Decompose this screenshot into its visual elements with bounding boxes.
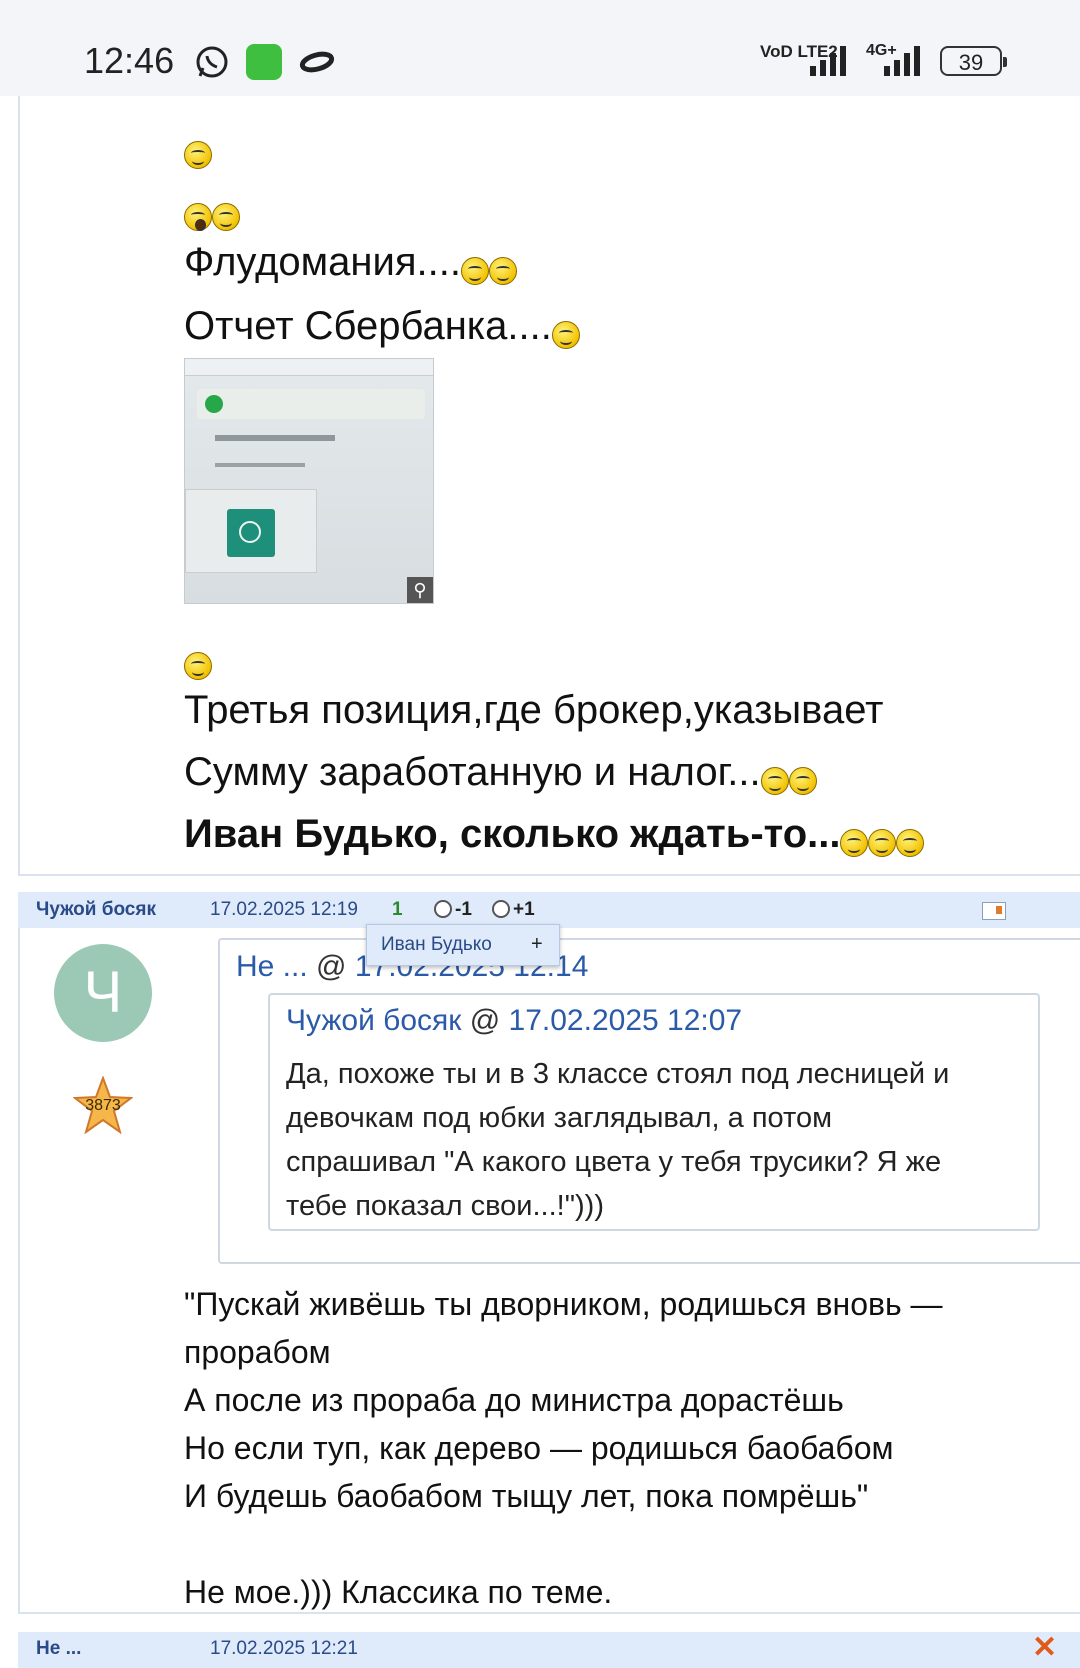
app-icon — [246, 44, 282, 80]
post-text-line: И будешь баобабом тыщу лет, пока помрёшь… — [184, 1478, 869, 1514]
surprised-smile-icon — [184, 203, 212, 231]
post-score: 1 — [392, 899, 403, 920]
loop-icon — [299, 51, 335, 73]
post-text-line: А после из прораба до министра дорастёшь — [184, 1382, 844, 1418]
signal-strength-2-icon — [884, 46, 920, 76]
status-bar: 12:46 VoD LTE2 4G+ 39 — [0, 0, 1080, 96]
whatsapp-icon — [196, 46, 228, 78]
battery-indicator: 39 — [940, 46, 1007, 76]
post-text-line: прорабом — [184, 1334, 331, 1370]
tooltip-add-button[interactable]: + — [531, 933, 543, 956]
post-text-line: Но если туп, как дерево — родишься баоба… — [184, 1430, 894, 1466]
clock: 12:46 — [84, 40, 175, 81]
smile-icon — [184, 652, 212, 680]
avatar[interactable]: Ч — [54, 944, 152, 1042]
post-author-link[interactable]: Чужой босяк — [36, 899, 156, 921]
post-date[interactable]: 17.02.2025 12:19 — [210, 899, 358, 921]
smile-icon — [184, 141, 212, 169]
post-text-line: Отчет Сбербанка.... — [184, 304, 580, 349]
wink-smile-icon — [788, 767, 817, 795]
smiles-group — [184, 203, 240, 231]
post-text-line: Сумму заработанную и налог... — [184, 750, 817, 795]
vote-minus-radio[interactable]: -1 — [434, 899, 472, 921]
radio-icon — [492, 900, 510, 918]
smile-icon — [488, 257, 517, 285]
quote-text-line: Да, похоже ты и в 3 классе стоял под лес… — [286, 1058, 950, 1090]
smile-icon — [212, 203, 240, 231]
laugh-smile-icon — [460, 257, 489, 285]
quote-text-line: тебе показал свои...!"))) — [286, 1190, 604, 1222]
message-icon[interactable] — [982, 902, 1006, 920]
post-text-line: Не мое.))) Классика по теме. — [184, 1574, 613, 1610]
laugh-smile-icon — [840, 829, 869, 857]
post-text-line: Третья позиция,где брокер,указывает — [184, 688, 884, 732]
smile-icon — [896, 829, 925, 857]
post-header: Не ... 17.02.2025 12:21 ✕ — [18, 1630, 1080, 1668]
attached-image-thumbnail[interactable]: ⚲ — [184, 358, 434, 604]
smile-icon — [760, 767, 789, 795]
quote-author-link[interactable]: Чужой босяк — [286, 1004, 461, 1037]
post-text-line: Флудомания.... — [184, 240, 517, 285]
zoom-icon[interactable]: ⚲ — [407, 577, 433, 603]
quote-date-link[interactable]: 17.02.2025 12:07 — [509, 1004, 743, 1037]
vote-plus-radio[interactable]: +1 — [492, 899, 535, 921]
post-text-line: "Пускай живёшь ты дворником, родишься вн… — [184, 1286, 943, 1322]
quote-text-line: девочкам под юбки заглядывал, а потом — [286, 1102, 833, 1134]
nested-quote-header: Чужой босяк @ 17.02.2025 12:07 — [286, 1004, 743, 1037]
post-header: Чужой босяк 17.02.2025 12:19 1 -1 +1 — [18, 892, 1080, 928]
globe-icon — [227, 509, 275, 557]
post-text-line-bold: Иван Будько, сколько ждать-то... — [184, 812, 925, 857]
quote-text-line: спрашивал "А какого цвета у тебя трусики… — [286, 1146, 942, 1178]
smile-icon — [868, 829, 897, 857]
user-tooltip: Иван Будько + — [366, 924, 560, 966]
tooltip-user-name[interactable]: Иван Будько — [381, 934, 492, 956]
smile-icon — [551, 321, 580, 349]
quote-author-link[interactable]: Не ... — [236, 950, 308, 983]
post-date[interactable]: 17.02.2025 12:21 — [210, 1638, 358, 1660]
radio-icon — [434, 900, 452, 918]
post-author-link[interactable]: Не ... — [36, 1638, 81, 1660]
close-icon[interactable]: ✕ — [1032, 1630, 1057, 1665]
user-rating: 3873 — [85, 1097, 121, 1114]
signal-strength-icon — [810, 46, 846, 76]
